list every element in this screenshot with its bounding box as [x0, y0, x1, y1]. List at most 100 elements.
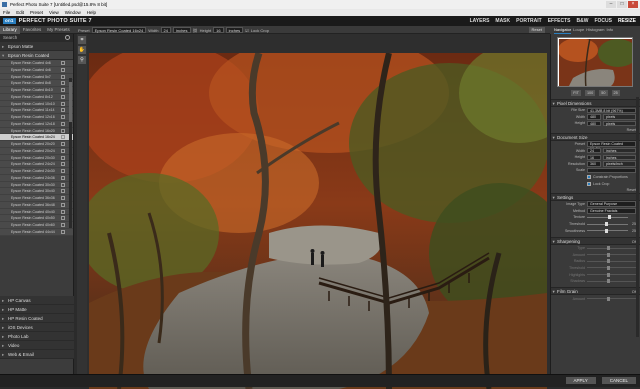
width-unit-select[interactable]: inches	[172, 27, 191, 33]
favorite-icon[interactable]	[61, 223, 65, 227]
resolution-unit[interactable]: pixels/inch	[603, 161, 636, 167]
doc-preset-select[interactable]: Epson Resin Coated 16x24	[587, 141, 636, 151]
module-focus[interactable]: FOCUS	[594, 16, 612, 26]
px-width-unit[interactable]: pixels	[603, 114, 636, 120]
preset-item[interactable]: Epson Resin Coated 4x6	[0, 67, 73, 74]
category-epson-matte[interactable]: Epson Matte	[0, 42, 73, 51]
category-item[interactable]: iOS Devices	[0, 323, 74, 332]
zoom-25-button[interactable]: 25	[611, 90, 620, 96]
favorite-icon[interactable]	[61, 61, 65, 65]
zoom-100-button[interactable]: 100	[584, 90, 596, 96]
control-slider[interactable]	[587, 296, 636, 301]
menu-edit[interactable]: Edit	[16, 9, 24, 16]
favorite-icon[interactable]	[61, 189, 65, 194]
module-mask[interactable]: MASK	[495, 16, 510, 26]
tab-favorites[interactable]: Favorites	[20, 26, 45, 34]
preset-item[interactable]: Epson Resin Coated 8x8	[0, 80, 73, 87]
preset-item[interactable]: Epson Resin Coated 8x10	[0, 87, 73, 94]
category-item[interactable]: Video	[0, 341, 74, 350]
menu-help[interactable]: Help	[87, 9, 96, 16]
module-effects[interactable]: EFFECTS	[548, 16, 571, 26]
preset-item[interactable]: Epson Resin Coated 36x48	[0, 202, 73, 209]
category-epson-resin-coated[interactable]: Epson Resin Coated	[0, 51, 73, 60]
control-slider[interactable]	[587, 265, 636, 270]
control-slider[interactable]	[587, 259, 636, 264]
hand-tool-icon[interactable]: ✋	[78, 46, 86, 54]
threshold-slider[interactable]	[587, 222, 628, 227]
section-document-size[interactable]: Document Size	[551, 132, 640, 142]
favorite-icon[interactable]	[61, 142, 65, 146]
preset-item[interactable]: Epson Resin Coated 36x36	[0, 195, 73, 202]
tab-loupe[interactable]: Loupe	[573, 26, 584, 34]
apply-button[interactable]: APPLY	[565, 377, 596, 384]
preset-item[interactable]: Epson Resin Coated 20x20	[0, 141, 73, 148]
tab-my-presets[interactable]: My Presets	[44, 26, 73, 34]
toolbar-reset-button[interactable]: Reset	[528, 27, 545, 33]
favorite-icon[interactable]	[61, 115, 65, 119]
category-item[interactable]: Web & Email	[0, 350, 74, 359]
favorite-icon[interactable]	[61, 182, 65, 187]
doc-height-unit[interactable]: inches	[603, 154, 636, 161]
crop-tool-icon[interactable]: ⌗	[78, 36, 86, 44]
right-panel-scrollbar[interactable]	[636, 97, 639, 337]
preset-item[interactable]: Epson Resin Coated 24x24	[0, 161, 73, 168]
control-slider[interactable]	[587, 246, 636, 251]
px-width-input[interactable]: 480	[587, 114, 601, 120]
height-unit-select[interactable]: inches	[225, 27, 244, 33]
preset-item[interactable]: Epson Resin Coated 30x30	[0, 182, 73, 189]
preview-photo[interactable]	[89, 53, 547, 389]
lock-crop-checkbox[interactable]: ☑	[245, 28, 249, 33]
library-search[interactable]: Search	[0, 34, 73, 42]
section-sharpening[interactable]: SharpeningOff	[551, 236, 640, 246]
control-slider[interactable]	[587, 272, 636, 277]
minimize-button[interactable]: –	[606, 1, 616, 8]
close-button[interactable]: ×	[628, 1, 638, 8]
menu-preset[interactable]: Preset	[30, 9, 43, 16]
doc-width-input[interactable]: 24	[587, 147, 601, 154]
preset-item[interactable]: Epson Resin Coated 24x30	[0, 168, 73, 175]
favorite-icon[interactable]	[61, 148, 65, 153]
zoom-tool-icon[interactable]: ⚲	[78, 56, 86, 64]
favorite-icon[interactable]	[61, 202, 65, 207]
preset-item[interactable]: Epson Resin Coated 44x44	[0, 229, 73, 236]
category-item[interactable]: HP Resin Coated	[0, 314, 74, 323]
favorite-icon[interactable]	[61, 196, 65, 200]
preset-item[interactable]: Epson Resin Coated 8x12	[0, 94, 73, 101]
preset-item[interactable]: Epson Resin Coated 11x14	[0, 107, 73, 114]
favorite-icon[interactable]	[61, 216, 65, 221]
favorite-icon[interactable]	[61, 229, 65, 234]
preset-item[interactable]: Epson Resin Coated 40x40	[0, 209, 73, 216]
favorite-icon[interactable]	[61, 175, 65, 180]
tab-navigator[interactable]: Navigator	[554, 26, 572, 34]
tab-info[interactable]: Info	[606, 26, 613, 34]
texture-slider[interactable]	[587, 215, 628, 220]
maximize-button[interactable]: □	[617, 1, 627, 8]
preset-item[interactable]: Epson Resin Coated 24x36	[0, 175, 73, 182]
favorite-icon[interactable]	[61, 155, 65, 160]
scale-input[interactable]	[587, 167, 636, 174]
favorite-icon[interactable]	[61, 135, 65, 140]
favorite-icon[interactable]	[61, 128, 65, 133]
library-scrollbar[interactable]	[69, 78, 72, 228]
favorite-icon[interactable]	[61, 101, 65, 106]
module-resize[interactable]: RESIZE	[618, 16, 636, 26]
module-layers[interactable]: LAYERS	[470, 16, 490, 26]
section-pixel-dimensions[interactable]: Pixel Dimensions	[551, 99, 640, 108]
preset-item[interactable]: Epson Resin Coated 12x16	[0, 114, 73, 121]
resolution-input[interactable]: 360	[587, 161, 601, 167]
doc-height-input[interactable]: 16	[587, 154, 601, 161]
module-bw[interactable]: B&W	[576, 16, 588, 26]
tab-library[interactable]: Library	[0, 26, 20, 34]
favorite-icon[interactable]	[61, 81, 65, 86]
control-slider[interactable]	[587, 252, 636, 257]
zoom-50-button[interactable]: 50	[599, 90, 608, 96]
favorite-icon[interactable]	[61, 121, 65, 126]
section-settings[interactable]: Settings	[551, 192, 640, 202]
image-type-select[interactable]: General Purpose	[587, 201, 636, 207]
category-item[interactable]: HP Canvas	[0, 296, 74, 305]
method-select[interactable]: Genuine Fractals	[587, 208, 636, 214]
module-portrait[interactable]: PORTRAIT	[516, 16, 542, 26]
preset-item[interactable]: Epson Resin Coated 40x50	[0, 215, 73, 222]
preset-select[interactable]: Epson Resin Coated 16x24	[91, 27, 147, 33]
favorite-icon[interactable]	[61, 108, 65, 113]
